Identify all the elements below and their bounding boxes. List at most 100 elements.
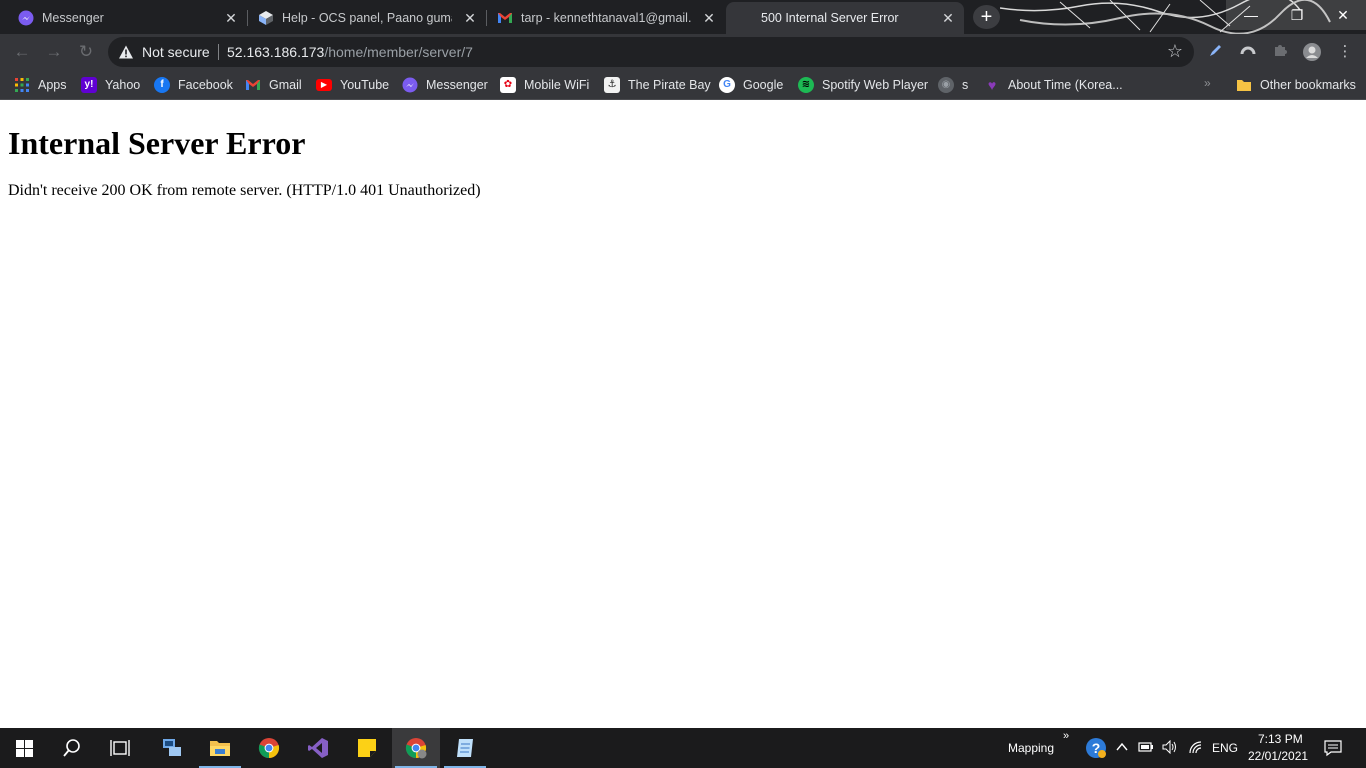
windows-taskbar: Mapping » ? ENG 7:13 PM 22/01/2021 <box>0 728 1366 768</box>
extensions-puzzle-icon[interactable] <box>1270 42 1290 62</box>
bookmark-star-icon[interactable]: ☆ <box>1166 42 1184 60</box>
taskbar-app-chrome[interactable] <box>245 728 293 768</box>
bookmark-label: YouTube <box>340 78 390 92</box>
url-text[interactable]: 52.163.186.173/home/member/server/7 <box>227 44 473 60</box>
clock-time[interactable]: 7:13 PM <box>1258 732 1303 746</box>
bookmark-google[interactable]: G Google <box>719 75 783 95</box>
show-hidden-icons-chevron[interactable] <box>1114 740 1130 756</box>
huawei-icon: ✿ <box>500 77 516 93</box>
bookmark-label: The Pirate Bay <box>628 78 711 92</box>
bookmark-label: Other bookmarks <box>1260 78 1356 92</box>
yahoo-icon: y! <box>81 77 97 93</box>
not-secure-label[interactable]: Not secure <box>142 44 210 60</box>
folder-icon <box>1237 80 1251 91</box>
tab-messenger[interactable]: Messenger ✕ <box>0 2 247 34</box>
bookmark-label: Google <box>743 78 784 92</box>
reload-icon: ↻ <box>78 42 94 61</box>
task-view-icon <box>110 740 130 756</box>
network-computer-icon <box>163 739 181 756</box>
bookmark-s[interactable]: ◉ s <box>938 75 968 95</box>
bookmark-label: Spotify Web Player <box>822 78 929 92</box>
bookmark-yahoo[interactable]: y! Yahoo <box>81 75 140 95</box>
error-message: Didn't receive 200 OK from remote server… <box>8 182 481 199</box>
warning-icon[interactable] <box>118 44 134 60</box>
tab-close-icon[interactable]: ✕ <box>940 10 956 26</box>
facebook-icon: f <box>154 77 170 93</box>
tab-internal-server-error[interactable]: 500 Internal Server Error ✕ <box>726 2 964 34</box>
new-tab-button[interactable]: + <box>973 5 1000 29</box>
pen-extension-icon[interactable] <box>1206 42 1226 62</box>
tab-close-icon[interactable]: ✕ <box>462 10 478 26</box>
taskbar-app-file-explorer[interactable] <box>196 728 244 768</box>
other-bookmarks-folder[interactable]: Other bookmarks <box>1236 75 1356 95</box>
youtube-icon: ▶ <box>316 79 332 91</box>
bookmark-spotify-web-player[interactable]: ≋ Spotify Web Player <box>798 75 928 95</box>
bookmark-label: Apps <box>38 78 67 92</box>
volume-icon[interactable] <box>1162 739 1178 756</box>
mapping-toolbar-label[interactable]: Mapping <box>1008 741 1054 755</box>
language-indicator[interactable]: ENG <box>1212 741 1238 755</box>
bookmark-facebook[interactable]: f Facebook <box>154 75 233 95</box>
bookmark-messenger[interactable]: Messenger <box>402 75 488 95</box>
notepad-icon <box>457 739 473 757</box>
close-window-button[interactable]: ✕ <box>1320 0 1366 30</box>
bookmark-label: Yahoo <box>105 78 141 92</box>
toolbar-expand-chevron[interactable]: » <box>1063 730 1069 742</box>
taskbar-app-sticky-notes[interactable] <box>343 728 391 768</box>
messenger-icon <box>18 10 34 26</box>
error-heading: Internal Server Error <box>8 125 306 161</box>
clock-date[interactable]: 22/01/2021 <box>1248 749 1308 763</box>
tab-title: tarp - kennethtanaval1@gmail.com <box>521 11 691 25</box>
globe-icon: ◉ <box>938 77 954 93</box>
bookmark-about-time[interactable]: ♥ About Time (Korea... <box>984 75 1123 95</box>
visual-studio-icon <box>308 738 328 758</box>
reload-button[interactable]: ↻ <box>74 40 98 64</box>
restore-button[interactable]: ❐ <box>1274 0 1320 30</box>
bookmark-gmail[interactable]: Gmail <box>245 75 302 95</box>
apps-grid-icon <box>15 78 29 92</box>
start-button[interactable] <box>0 728 48 768</box>
tab-title: Messenger <box>42 11 104 25</box>
help-icon[interactable]: ? <box>1085 737 1107 759</box>
battery-icon[interactable] <box>1138 740 1154 756</box>
address-bar[interactable]: Not secure 52.163.186.173/home/member/se… <box>108 37 1194 67</box>
windows-icon <box>16 740 33 757</box>
pirate-bay-icon: ⚓ <box>604 77 620 93</box>
forward-button[interactable]: → <box>42 40 66 64</box>
bookmark-the-pirate-bay[interactable]: ⚓ The Pirate Bay <box>604 75 711 95</box>
tab-gmail[interactable]: tarp - kennethtanaval1@gmail.com ✕ <box>487 2 725 34</box>
bookmark-label: Mobile WiFi <box>524 78 590 92</box>
back-button[interactable]: ← <box>10 40 34 64</box>
bookmark-youtube[interactable]: ▶ YouTube <box>316 75 389 95</box>
minimize-button[interactable]: — <box>1228 0 1274 30</box>
menu-kebab-icon[interactable]: ⋮ <box>1335 42 1355 62</box>
search-icon <box>63 739 80 757</box>
forward-arrow-icon: → <box>45 42 63 61</box>
sticky-notes-icon <box>358 739 376 757</box>
chrome-icon <box>405 738 427 759</box>
tab-close-icon[interactable]: ✕ <box>701 10 717 26</box>
url-path: /home/member/server/7 <box>324 44 473 60</box>
bookmarks-overflow-button[interactable]: » <box>1204 76 1211 90</box>
google-icon: G <box>719 77 735 93</box>
tab-ocs-panel-help[interactable]: Help - OCS panel, Paano gumawa ✕ <box>248 2 486 34</box>
tab-title: Help - OCS panel, Paano gumawa <box>282 11 452 25</box>
bookmark-apps[interactable]: Apps <box>14 75 67 95</box>
taskbar-app-notepad[interactable] <box>441 728 489 768</box>
taskbar-app-network[interactable] <box>148 728 196 768</box>
chrome-icon <box>258 738 280 759</box>
search-button[interactable] <box>48 728 96 768</box>
taskbar-app-visual-studio[interactable] <box>294 728 342 768</box>
tab-close-icon[interactable]: ✕ <box>223 10 239 26</box>
bookmark-mobile-wifi[interactable]: ✿ Mobile WiFi <box>500 75 589 95</box>
bookmark-label: Facebook <box>178 78 233 92</box>
url-host: 52.163.186.173 <box>227 44 325 60</box>
folder-icon <box>210 741 230 756</box>
action-center-icon[interactable] <box>1324 739 1342 757</box>
taskbar-app-chrome-profile[interactable] <box>392 728 440 768</box>
profile-avatar-icon[interactable] <box>1302 42 1322 62</box>
wifi-icon[interactable] <box>1188 740 1204 756</box>
arc-extension-icon[interactable] <box>1238 42 1258 62</box>
task-view-button[interactable] <box>96 728 144 768</box>
heart-icon: ♥ <box>987 77 997 93</box>
